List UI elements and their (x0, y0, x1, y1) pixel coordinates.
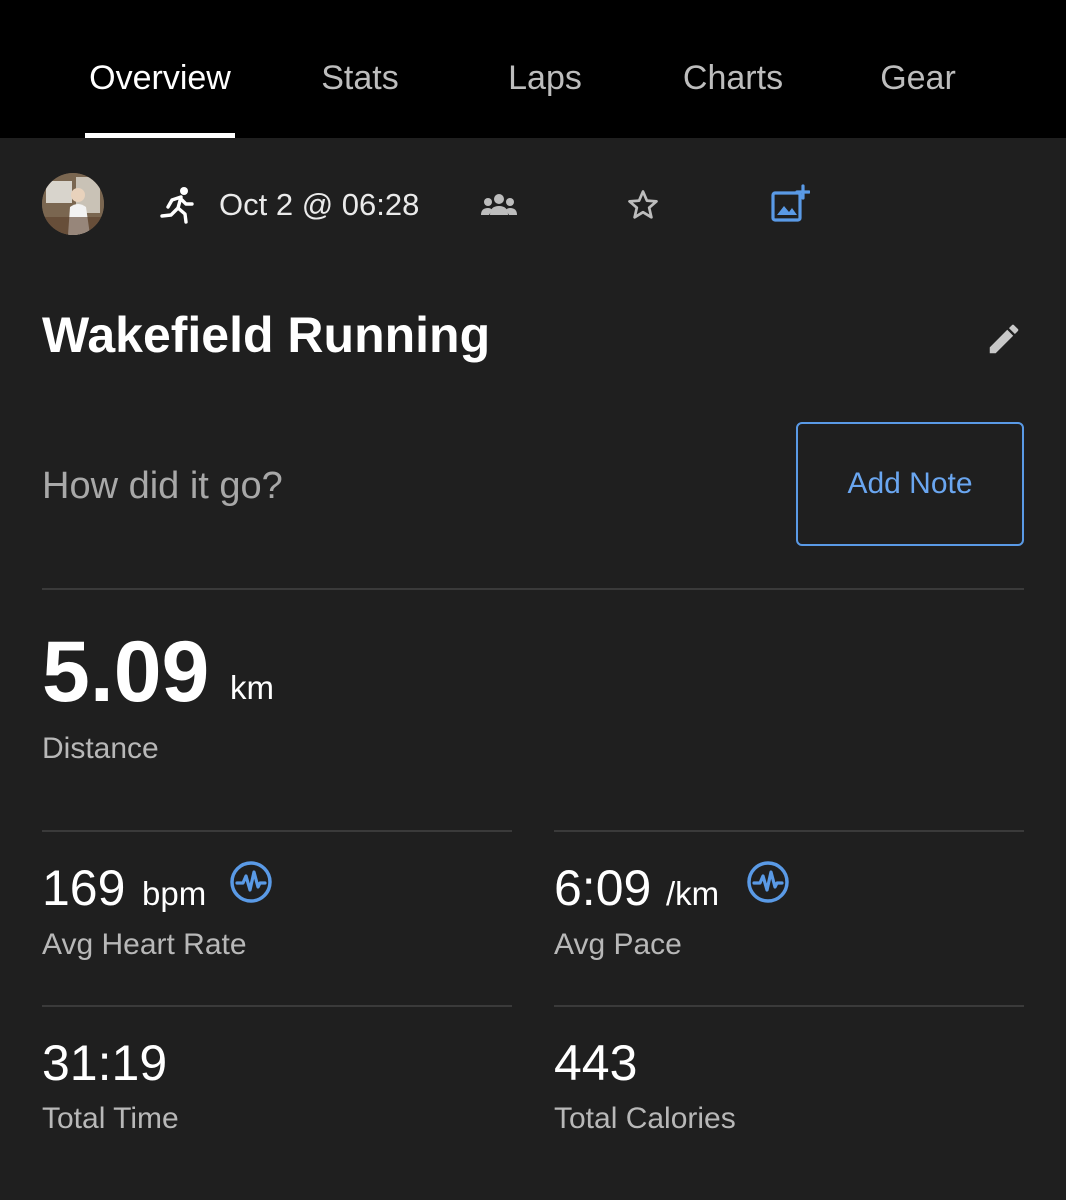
pace-label: Avg Pace (554, 928, 682, 961)
divider (42, 830, 512, 832)
tab-charts[interactable]: Charts (668, 56, 798, 100)
pencil-icon[interactable] (985, 320, 1023, 358)
heart-rate-unit: bpm (142, 875, 207, 912)
avatar[interactable] (42, 173, 104, 235)
active-tab-indicator (85, 133, 235, 138)
add-photo-icon[interactable] (770, 184, 810, 224)
heart-rate-label: Avg Heart Rate (42, 928, 247, 961)
activity-meta-row: Oct 2 @ 06:28 (0, 170, 1066, 238)
divider (42, 1005, 512, 1007)
distance-unit: km (230, 669, 274, 706)
pace-unit: /km (666, 875, 720, 912)
add-note-button[interactable]: Add Note (796, 422, 1024, 546)
pulse-chart-icon[interactable] (746, 860, 790, 904)
divider (554, 830, 1024, 832)
total-calories-value: 443 (554, 1035, 638, 1091)
group-icon[interactable] (481, 192, 517, 216)
note-prompt: How did it go? (42, 465, 283, 507)
divider (554, 1005, 1024, 1007)
running-icon (160, 187, 194, 224)
total-time-value: 31:19 (42, 1035, 168, 1091)
tab-stats[interactable]: Stats (300, 56, 420, 100)
tab-bar: Overview Stats Laps Charts Gear (0, 0, 1066, 138)
total-time-label: Total Time (42, 1102, 179, 1135)
star-outline-icon[interactable] (625, 187, 661, 223)
activity-date: Oct 2 @ 06:28 (219, 187, 420, 222)
distance-label: Distance (42, 732, 159, 765)
tab-laps[interactable]: Laps (490, 56, 600, 100)
pace-value: 6:09 (554, 860, 652, 916)
pulse-chart-icon[interactable] (229, 860, 273, 904)
heart-rate-value: 169 (42, 860, 126, 916)
tab-gear[interactable]: Gear (868, 56, 968, 100)
distance-value: 5.09 (42, 624, 210, 720)
total-calories-label: Total Calories (554, 1102, 736, 1135)
divider (42, 588, 1024, 590)
tab-overview[interactable]: Overview (85, 56, 235, 100)
activity-title: Wakefield Running (42, 307, 491, 363)
